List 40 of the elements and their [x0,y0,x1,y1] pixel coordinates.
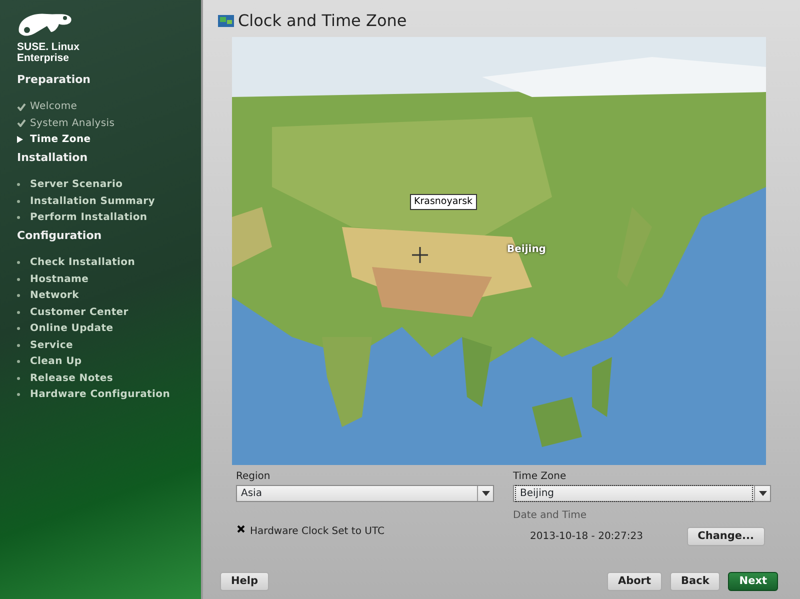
time-zone-dropdown[interactable]: Beijing [513,485,771,502]
brand-name: SUSE. Linux [17,42,80,53]
checkbox[interactable] [236,524,246,534]
caret-icon [482,491,490,496]
wizard-button[interactable]: Next [728,572,778,591]
checkbox-label[interactable]: Hardware Clock Set to UTC [250,524,384,539]
step-label: Customer Center [30,306,128,320]
wizard-button[interactable]: Back [670,572,720,591]
globe-map-icon [218,15,234,27]
crosshair-icon [412,247,428,263]
section-heading: Preparation [17,72,92,88]
caret-icon [758,491,766,496]
wizard-button[interactable]: Help [220,572,270,591]
date-time-value: 2013-10-18 - 20:27:23 [530,530,643,544]
step-label: Online Update [30,322,114,336]
step-label: Network [30,289,80,304]
step-label: Release Notes [30,372,114,386]
step-label: Hostname [30,272,89,287]
step-label: Clean Up [30,355,82,370]
field-label: Region [236,470,272,484]
wizard-button[interactable]: Abort [606,572,662,591]
step-label: System Analysis [30,116,115,131]
step-label: Check Installation [30,256,136,270]
city-label: Beijing [507,243,546,257]
change-button[interactable]: Change... [686,527,765,546]
step-label: Service [30,338,73,353]
brand-name: Enterprise [17,53,70,64]
region-dropdown[interactable]: Asia [236,485,494,502]
step-label: Server Scenario [30,178,123,192]
field-label: Date and Time [513,509,588,523]
step-label: Time Zone [30,133,91,148]
step-label: Welcome [30,100,78,114]
field-label: Time Zone [513,470,568,484]
section-heading: Configuration [17,228,103,244]
tooltip: Krasnoyarsk [410,194,477,210]
step-label: Perform Installation [30,211,148,226]
step-label: Hardware Configuration [30,388,170,402]
step-label: Installation Summary [30,194,155,209]
section-heading: Installation [17,150,89,166]
page-title: Clock and Time Zone [238,10,407,32]
